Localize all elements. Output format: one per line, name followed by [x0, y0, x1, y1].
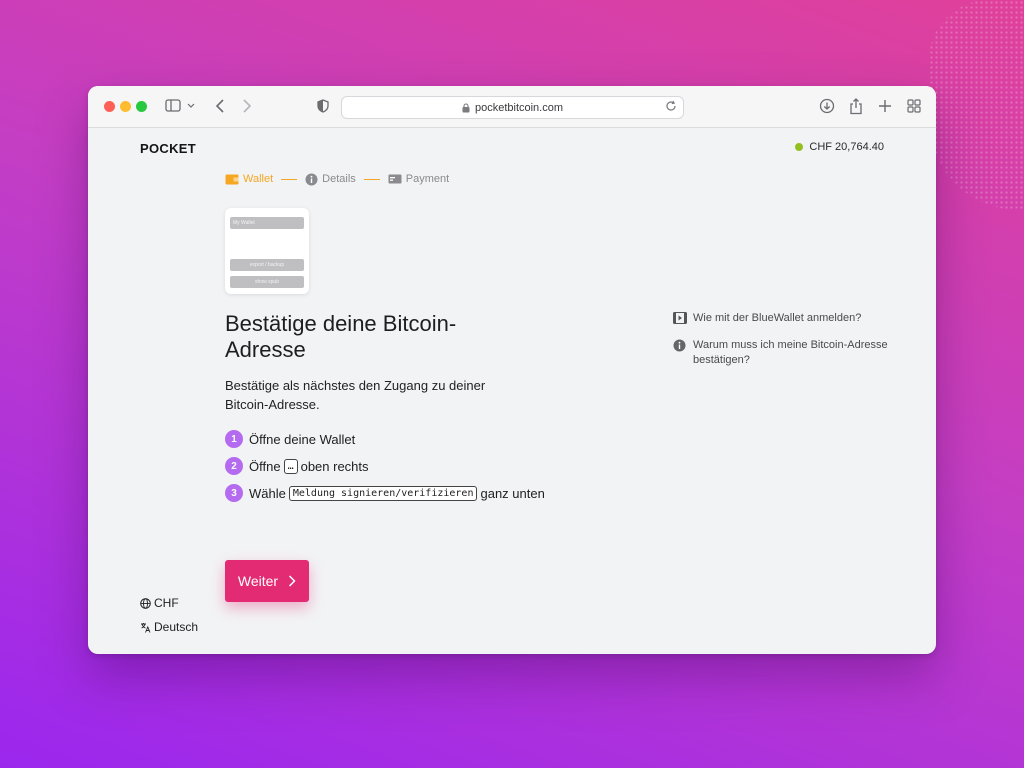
preview-export-button: export / backup [230, 259, 304, 271]
info-icon [305, 173, 318, 186]
currency-selector[interactable]: CHF [140, 596, 179, 610]
weiter-button-label: Weiter [237, 573, 279, 589]
status-dot [795, 143, 804, 151]
page-content: POCKET CHF 20,764.40 Wallet Details Paym… [88, 128, 936, 654]
step-number-badge: 2 [225, 457, 243, 475]
balance-amount: CHF 20,764.40 [809, 141, 884, 153]
instruction-item: 3 Wähle Meldung signieren/verifizieren g… [225, 483, 545, 503]
weiter-button[interactable]: Weiter [225, 560, 309, 602]
step-number-badge: 3 [225, 484, 243, 502]
info-icon [673, 339, 687, 353]
menu-code: Meldung signieren/verifizieren [288, 485, 478, 501]
browser-toolbar: pocketbitcoin.com [88, 86, 936, 128]
reload-icon[interactable] [665, 100, 677, 112]
preview-xpub-button: show xpub [230, 276, 304, 288]
share-icon[interactable] [849, 97, 863, 115]
instruction-item: 1 Öffne deine Wallet [225, 429, 545, 449]
step-wallet: Wallet [225, 173, 273, 185]
instruction-text: ganz unten [480, 485, 545, 501]
step-connector [363, 178, 380, 180]
instruction-item: 2 Öffne … oben rechts [225, 456, 545, 476]
translate-icon [140, 622, 151, 633]
currency-label: CHF [154, 596, 179, 610]
payment-icon [388, 174, 402, 184]
step-number-badge: 1 [225, 430, 243, 448]
instruction-text: Öffne deine Wallet [249, 431, 356, 447]
menu-code: … [283, 458, 298, 474]
page-title: Bestätige deine Bitcoin-Adresse [225, 311, 457, 362]
browser-window: pocketbitcoin.com POCKET CHF 20,764.40 W… [88, 86, 936, 654]
video-icon [673, 312, 687, 326]
pocket-logo[interactable]: POCKET [140, 141, 196, 156]
preview-wallet-name: My Wallet [230, 217, 304, 229]
tab-overview-icon[interactable] [907, 97, 921, 115]
sidebar-toggle-icon[interactable] [165, 97, 195, 115]
step-payment: Payment [388, 173, 449, 185]
instruction-text: Wähle [249, 485, 286, 501]
intro-text: Bestätige als nächstes den Zugang zu dei… [225, 378, 486, 412]
chevron-right-icon [288, 575, 296, 587]
forward-icon[interactable] [241, 97, 253, 115]
help-link-bluewallet[interactable]: Wie mit der BlueWallet anmelden? [673, 311, 893, 326]
lock-icon [462, 102, 470, 113]
instruction-text: Öffne [249, 458, 281, 474]
instruction-text: oben rechts [300, 458, 369, 474]
minimize-window-button[interactable] [120, 101, 131, 112]
address-url: pocketbitcoin.com [474, 101, 564, 114]
balance-display: CHF 20,764.40 [795, 141, 884, 153]
wallet-app-preview: My Wallet export / backup show xpub [225, 208, 309, 294]
step-details: Details [305, 173, 356, 186]
help-links: Wie mit der BlueWallet anmelden? Warum m… [673, 311, 893, 380]
step-connector [281, 178, 298, 180]
back-icon[interactable] [214, 97, 226, 115]
zoom-window-button[interactable] [136, 101, 147, 112]
help-link-why-confirm[interactable]: Warum muss ich meine Bitcoin-Adresse bes… [673, 338, 893, 368]
privacy-shield-icon[interactable] [316, 97, 330, 115]
language-selector[interactable]: Deutsch [140, 620, 198, 634]
progress-steps: Wallet Details Payment [225, 171, 449, 187]
close-window-button[interactable] [104, 101, 115, 112]
globe-icon [140, 597, 151, 609]
instruction-list: 1 Öffne deine Wallet 2 Öffne … oben rech… [225, 429, 545, 510]
wallet-icon [225, 174, 239, 185]
new-tab-icon[interactable] [878, 97, 892, 115]
background-dot-pattern [929, 0, 1024, 210]
address-bar[interactable]: pocketbitcoin.com [341, 96, 684, 119]
download-icon[interactable] [819, 97, 835, 115]
language-label: Deutsch [154, 620, 199, 634]
